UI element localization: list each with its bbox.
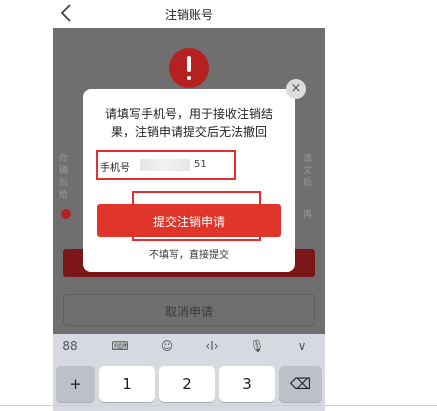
phone-number-label: 手机号 (100, 163, 130, 174)
microphone-icon[interactable]: 🎙 (246, 339, 268, 357)
key-plus-label: + (69, 375, 82, 393)
grid-icon[interactable]: 88 (59, 339, 81, 357)
chevron-down-icon[interactable]: ∨ (291, 339, 313, 357)
agreement-checkbox[interactable] (61, 209, 71, 219)
submit-highlight-box (132, 191, 261, 241)
close-icon: × (290, 81, 302, 96)
background-text-right-4: 再 (303, 210, 313, 220)
emoji-icon[interactable]: ☺ (156, 339, 178, 357)
phone-screen: 注销账号 你 确 后 给 请 文 后 再 取消申请 请填写手机号，用于接收注销结… (53, 0, 325, 411)
keyboard-toolbar: 88 ⌨ ☺ ‹I› 🎙 ∨ (53, 334, 325, 362)
warning-icon (169, 48, 209, 88)
cursor-icon[interactable]: ‹I› (201, 339, 223, 357)
dialog-message: 请填写手机号，用于接收注销结 果，注销申请提交后无法撤回 (91, 105, 287, 141)
key-plus[interactable]: + (56, 366, 95, 402)
key-2[interactable]: 2 (159, 366, 215, 402)
background-text-left-4: 给 (59, 190, 69, 200)
bottom-divider (0, 405, 437, 406)
dialog-message-line-2: 果，注销申请提交后无法撤回 (110, 125, 267, 139)
phone-number-value: 51 (194, 159, 207, 170)
skip-submit-link[interactable]: 不填写，直接提交 (83, 246, 295, 261)
background-text-right-3: 后 (303, 178, 313, 188)
phone-number-dialog: 请填写手机号，用于接收注销结 果，注销申请提交后无法撤回 (83, 89, 295, 272)
key-2-label: 2 (182, 375, 192, 393)
keyboard-icon[interactable]: ⌨ (109, 339, 131, 357)
key-3-label: 3 (242, 375, 252, 393)
dialog-close-button[interactable]: × (286, 79, 306, 99)
cancel-request-button[interactable]: 取消申请 (63, 294, 315, 326)
background-text-left-3: 后 (59, 178, 69, 188)
key-1[interactable]: 1 (99, 366, 155, 402)
key-3[interactable]: 3 (219, 366, 275, 402)
backspace-icon: ⌫ (289, 375, 312, 393)
backspace-key[interactable]: ⌫ (279, 366, 322, 402)
background-text-left-2: 确 (59, 166, 69, 176)
background-text-right-2: 文 (303, 166, 313, 176)
right-margin (325, 0, 437, 411)
page-title: 注销账号 (164, 8, 213, 22)
left-margin (0, 0, 53, 411)
phone-number-redaction (140, 159, 190, 171)
key-1-label: 1 (122, 375, 132, 393)
title-bar: 注销账号 (53, 0, 325, 28)
background-text-right-1: 请 (303, 154, 313, 164)
background-text-left-1: 你 (59, 154, 69, 164)
numeric-keyboard: 88 ⌨ ☺ ‹I› 🎙 ∨ + 1 2 3 ⌫ (53, 334, 325, 411)
cancel-request-label: 取消申请 (164, 305, 213, 319)
phone-number-field[interactable]: 手机号 51 (96, 150, 236, 180)
dialog-message-line-1: 请填写手机号，用于接收注销结 (104, 107, 273, 121)
